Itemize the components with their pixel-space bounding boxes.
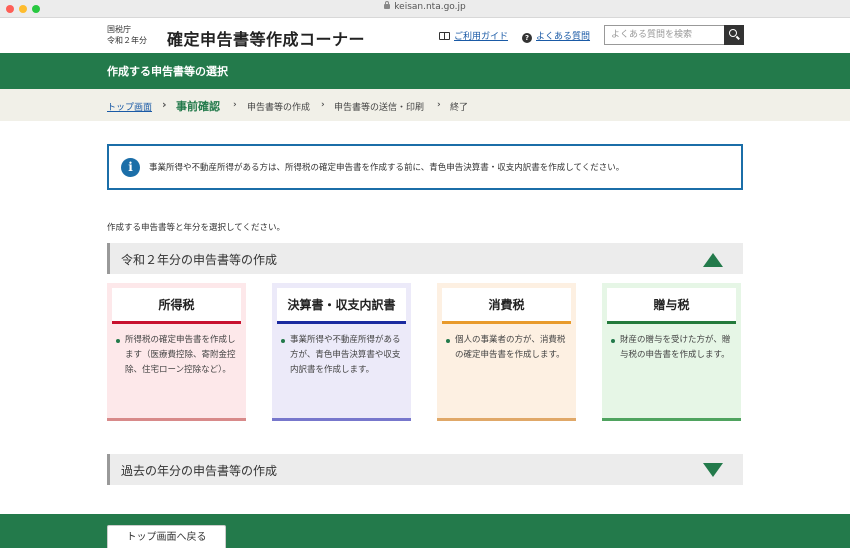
site-title[interactable]: 確定申告書等作成コーナー	[167, 26, 365, 50]
bullet-icon	[116, 339, 120, 343]
info-notice: i 事業所得や不動産所得がある方は、所得税の確定申告書を作成する前に、青色申告決…	[107, 144, 743, 190]
card-underline	[112, 321, 241, 324]
bullet-icon	[446, 339, 450, 343]
card-bottom-border	[272, 418, 411, 421]
breadcrumb-current: 事前確認	[176, 100, 220, 113]
guide-link[interactable]: ご利用ガイド	[439, 29, 508, 42]
card-title: 贈与税	[607, 288, 736, 324]
address-bar[interactable]: keisan.nta.go.jp	[0, 1, 850, 12]
card-description-text: 財産の贈与を受けた方が、贈与税の申告書を作成します。	[620, 335, 731, 360]
page-title-bar: 作成する申告書等の選択	[0, 53, 850, 89]
browser-titlebar: keisan.nta.go.jp	[0, 0, 850, 18]
section-current-title: 令和２年分の申告書等の作成	[121, 253, 278, 267]
breadcrumb-separator: ›	[437, 100, 441, 110]
card-financial-statement[interactable]: 決算書・収支内訳書 事業所得や不動産所得がある方が、青色申告決算書や収支内訳書を…	[272, 283, 411, 421]
faq-link[interactable]: ? よくある質問	[522, 29, 590, 43]
card-description: 財産の贈与を受けた方が、贈与税の申告書を作成します。	[611, 333, 737, 363]
guide-link-label: ご利用ガイド	[454, 32, 509, 42]
card-title: 決算書・収支内訳書	[277, 288, 406, 324]
agency-name: 国税庁	[107, 25, 131, 34]
breadcrumb-separator: ›	[233, 100, 237, 110]
card-title: 所得税	[112, 288, 241, 324]
card-underline	[442, 321, 571, 324]
breadcrumb-top-link[interactable]: トップ画面	[107, 100, 152, 113]
search-icon	[729, 29, 737, 37]
card-bottom-border	[437, 418, 576, 421]
page-title: 作成する申告書等の選択	[107, 65, 228, 78]
card-description-text: 所得税の確定申告書を作成します（医療費控除、寄附金控除、住宅ローン控除など）。	[125, 335, 236, 375]
question-icon: ?	[522, 33, 532, 43]
breadcrumb-separator: ›	[162, 98, 167, 111]
search-button[interactable]	[724, 25, 744, 45]
card-gift-tax[interactable]: 贈与税 財産の贈与を受けた方が、贈与税の申告書を作成します。	[602, 283, 741, 421]
card-description-text: 事業所得や不動産所得がある方が、青色申告決算書や収支内訳書を作成します。	[290, 335, 401, 375]
info-icon: i	[121, 158, 140, 177]
card-title: 消費税	[442, 288, 571, 324]
faq-link-label: よくある質問	[536, 32, 591, 42]
card-consumption-tax[interactable]: 消費税 個人の事業者の方が、消費税の確定申告書を作成します。	[437, 283, 576, 421]
card-bottom-border	[107, 418, 246, 421]
info-text: 事業所得や不動産所得がある方は、所得税の確定申告書を作成する前に、青色申告決算書…	[149, 163, 625, 173]
collapse-icon[interactable]	[703, 253, 723, 267]
faq-search-input[interactable]	[604, 25, 724, 45]
section-current-year[interactable]: 令和２年分の申告書等の作成	[107, 243, 743, 274]
breadcrumb: トップ画面 › 事前確認 › 申告書等の作成 › 申告書等の送信・印刷 › 終了	[0, 89, 850, 121]
bullet-icon	[611, 339, 615, 343]
breadcrumb-step-create: 申告書等の作成	[247, 103, 311, 113]
url-text: keisan.nta.go.jp	[394, 2, 466, 12]
tax-year: 令和２年分	[107, 36, 147, 45]
breadcrumb-separator: ›	[321, 100, 325, 110]
bullet-icon	[281, 339, 285, 343]
breadcrumb-top-label[interactable]: トップ画面	[107, 103, 152, 113]
card-bottom-border	[602, 418, 741, 421]
lock-icon	[384, 1, 391, 9]
site-header: 国税庁 令和２年分 確定申告書等作成コーナー ご利用ガイド ? よくある質問	[0, 18, 850, 53]
agency-label: 国税庁 令和２年分	[107, 24, 147, 46]
book-icon	[439, 32, 450, 40]
card-underline	[277, 321, 406, 324]
section-past-years[interactable]: 過去の年分の申告書等の作成	[107, 454, 743, 485]
card-income-tax[interactable]: 所得税 所得税の確定申告書を作成します（医療費控除、寄附金控除、住宅ローン控除な…	[107, 283, 246, 421]
expand-icon[interactable]	[703, 463, 723, 477]
instruction-text: 作成する申告書等と年分を選択してください。	[107, 223, 285, 233]
card-description: 事業所得や不動産所得がある方が、青色申告決算書や収支内訳書を作成します。	[281, 333, 407, 378]
card-description-text: 個人の事業者の方が、消費税の確定申告書を作成します。	[455, 335, 566, 360]
back-to-top-button[interactable]: トップ画面へ戻る	[107, 525, 226, 548]
breadcrumb-step-send: 申告書等の送信・印刷	[334, 103, 425, 113]
section-past-title: 過去の年分の申告書等の作成	[121, 464, 278, 478]
breadcrumb-step-end: 終了	[450, 103, 469, 113]
card-description: 所得税の確定申告書を作成します（医療費控除、寄附金控除、住宅ローン控除など）。	[116, 333, 242, 378]
card-underline	[607, 321, 736, 324]
card-description: 個人の事業者の方が、消費税の確定申告書を作成します。	[446, 333, 572, 363]
